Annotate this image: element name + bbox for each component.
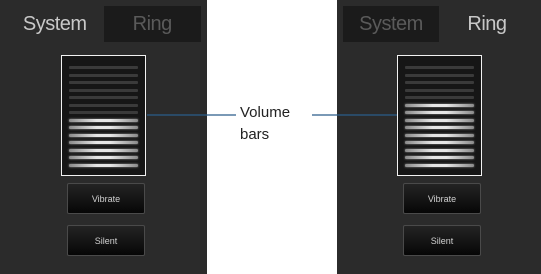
volume-bar — [69, 66, 138, 70]
vibrate-button[interactable]: Vibrate — [67, 183, 145, 214]
volume-bar — [405, 133, 474, 137]
tab-system[interactable]: System — [6, 6, 104, 42]
volume-bar — [405, 66, 474, 70]
volume-bar — [69, 103, 138, 107]
volume-bar — [69, 133, 138, 137]
volume-bar — [405, 73, 474, 77]
callout-label-line2: bars — [240, 126, 270, 143]
volume-bar — [405, 148, 474, 152]
tab-ring[interactable]: Ring — [439, 6, 535, 42]
silent-button[interactable]: Silent — [67, 225, 145, 256]
tab-system[interactable]: System — [343, 6, 439, 42]
silent-button[interactable]: Silent — [403, 225, 481, 256]
volume-bar — [69, 141, 138, 145]
volume-bar — [69, 163, 138, 167]
volume-bar — [69, 148, 138, 152]
volume-screen-ring: System Ring Vibrate Silent — [337, 0, 541, 274]
volume-screen-system: System Ring Vibrate Silent — [0, 0, 207, 274]
volume-bar — [405, 96, 474, 100]
volume-bar — [405, 81, 474, 85]
vibrate-button[interactable]: Vibrate — [403, 183, 481, 214]
volume-bar — [69, 118, 138, 122]
volume-bar — [405, 118, 474, 122]
volume-bar — [69, 111, 138, 115]
volume-bar — [405, 126, 474, 130]
volume-bar — [405, 103, 474, 107]
volume-bars — [69, 64, 138, 169]
tab-ring[interactable]: Ring — [103, 6, 201, 42]
volume-bar — [405, 163, 474, 167]
volume-bar — [405, 111, 474, 115]
volume-bars-frame[interactable] — [397, 55, 482, 176]
volume-bar — [69, 156, 138, 160]
volume-tabs: System Ring — [343, 6, 535, 42]
volume-bar — [69, 73, 138, 77]
volume-bars — [405, 64, 474, 169]
volume-bar — [405, 141, 474, 145]
volume-bar — [69, 126, 138, 130]
volume-tabs: System Ring — [6, 6, 201, 42]
volume-bar — [69, 96, 138, 100]
volume-bar — [405, 156, 474, 160]
callout-label: Volume bars — [240, 102, 290, 146]
volume-bar — [69, 88, 138, 92]
volume-bar — [69, 81, 138, 85]
callout-label-line1: Volume — [240, 104, 291, 121]
volume-bars-frame[interactable] — [61, 55, 146, 176]
volume-bar — [405, 88, 474, 92]
